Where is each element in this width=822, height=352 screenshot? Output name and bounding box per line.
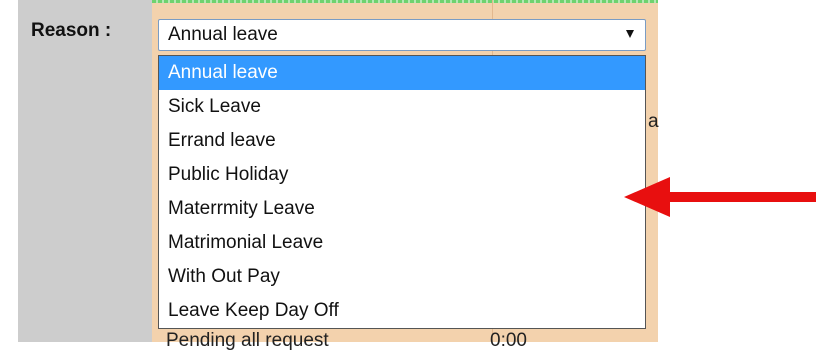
option-public-holiday[interactable]: Public Holiday bbox=[159, 158, 645, 192]
option-errand-leave[interactable]: Errand leave bbox=[159, 124, 645, 158]
reason-dropdown-list[interactable]: Annual leave Sick Leave Errand leave Pub… bbox=[158, 55, 646, 329]
pending-request-row: Pending all request 0:00 bbox=[166, 330, 527, 351]
option-without-pay[interactable]: With Out Pay bbox=[159, 260, 645, 294]
green-border bbox=[152, 0, 658, 3]
option-maternity-leave[interactable]: Materrmity Leave bbox=[159, 192, 645, 226]
red-arrow-icon bbox=[624, 177, 816, 217]
reason-select[interactable]: Annual leave bbox=[158, 19, 646, 51]
option-annual-leave[interactable]: Annual leave bbox=[159, 56, 645, 90]
reason-select-value: Annual leave bbox=[168, 24, 278, 45]
reason-label: Reason : bbox=[31, 20, 112, 41]
option-leave-keep-day-off[interactable]: Leave Keep Day Off bbox=[159, 294, 645, 328]
chevron-down-icon[interactable] bbox=[626, 30, 634, 38]
pending-request-time: 0:00 bbox=[490, 330, 527, 351]
hidden-text-fragment: a bbox=[648, 111, 659, 132]
option-sick-leave[interactable]: Sick Leave bbox=[159, 90, 645, 124]
option-matrimonial-leave[interactable]: Matrimonial Leave bbox=[159, 226, 645, 260]
pending-request-label: Pending all request bbox=[166, 330, 329, 351]
